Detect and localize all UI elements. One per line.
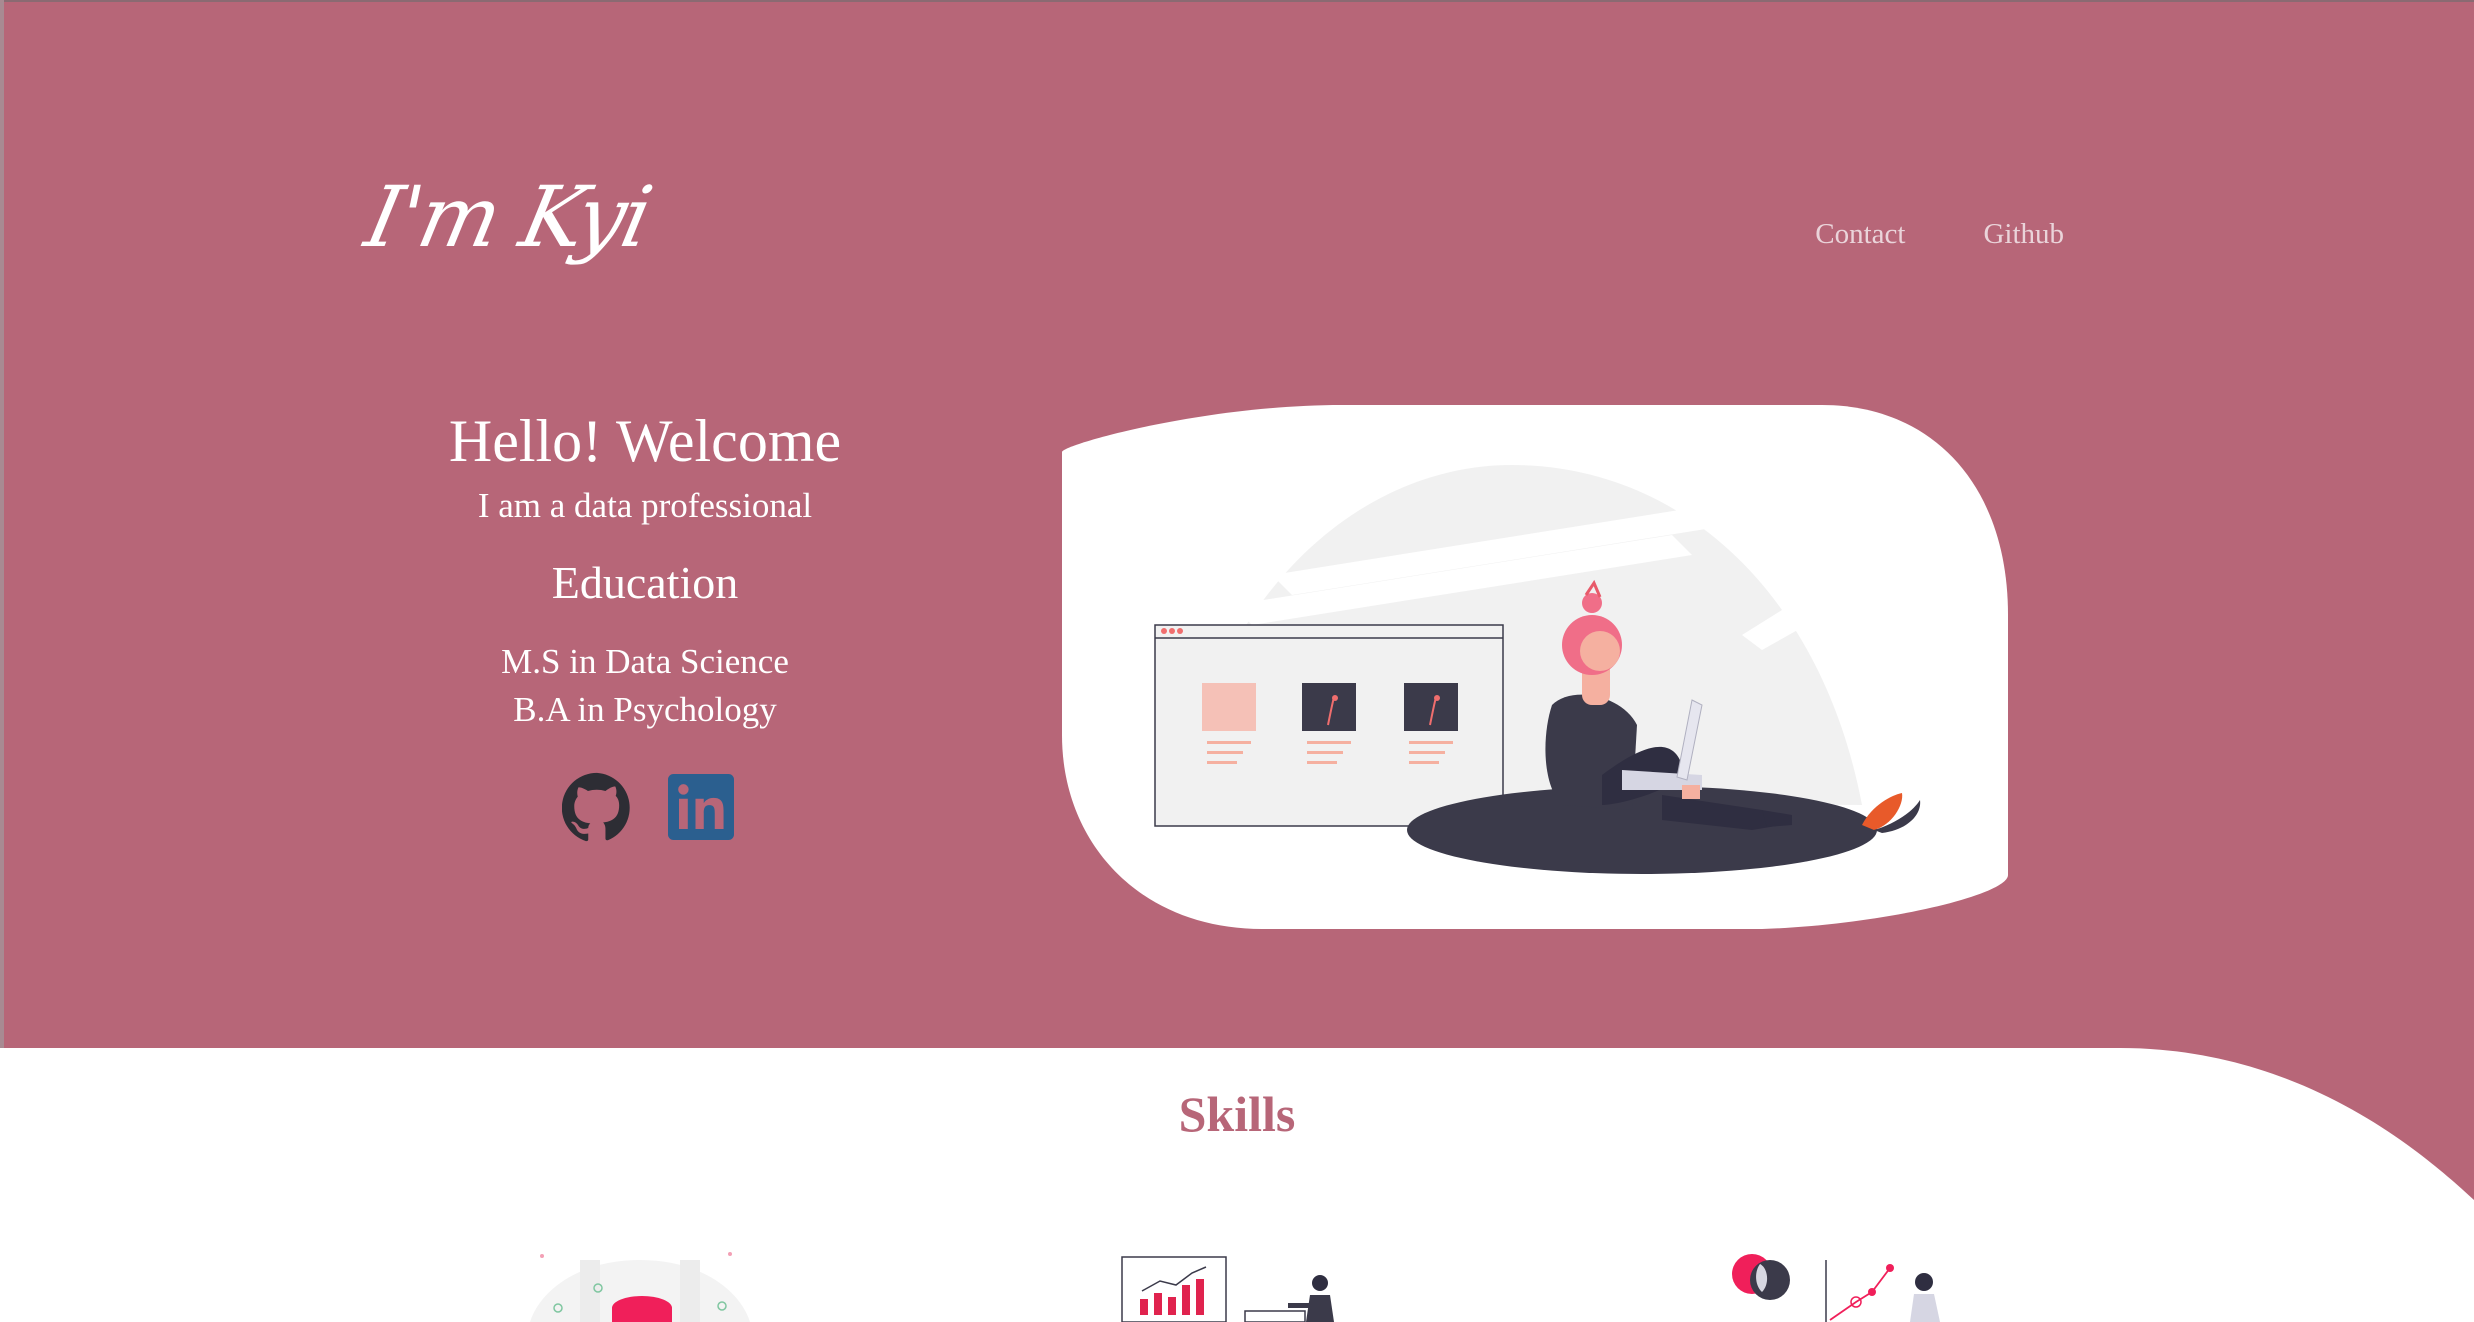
degree-ms: M.S in Data Science [501, 642, 789, 681]
github-link[interactable] [562, 772, 632, 842]
greeting-heading: Hello! Welcome [448, 408, 842, 474]
degree-ba: B.A in Psychology [513, 690, 777, 729]
github-icon [562, 772, 630, 842]
hero-illustration-card [1062, 405, 2008, 929]
skill-illustration-statistics [1732, 1254, 1940, 1322]
education-heading: Education [551, 557, 739, 608]
skills-heading: Skills [1178, 1086, 1296, 1142]
intro-section: Hello! Welcome I am a data professional … [395, 398, 895, 734]
tagline-text: I am a data professional [477, 486, 813, 525]
skill-illustration-database [530, 1252, 750, 1322]
skill-illustration-analytics [1121, 1256, 1334, 1322]
top-nav: Contact Github [1815, 218, 2064, 251]
education-list: M.S in Data Science B.A in Psychology [395, 638, 895, 734]
site-logo[interactable]: I'm Kyi [358, 168, 659, 266]
linkedin-link[interactable] [666, 772, 736, 842]
nav-github-link[interactable]: Github [1983, 218, 2064, 251]
hero-illustration [1062, 405, 2008, 929]
linkedin-icon [668, 774, 734, 840]
window-top-border [0, 0, 2474, 2]
nav-contact-link[interactable]: Contact [1815, 218, 1905, 251]
social-links [562, 772, 736, 842]
